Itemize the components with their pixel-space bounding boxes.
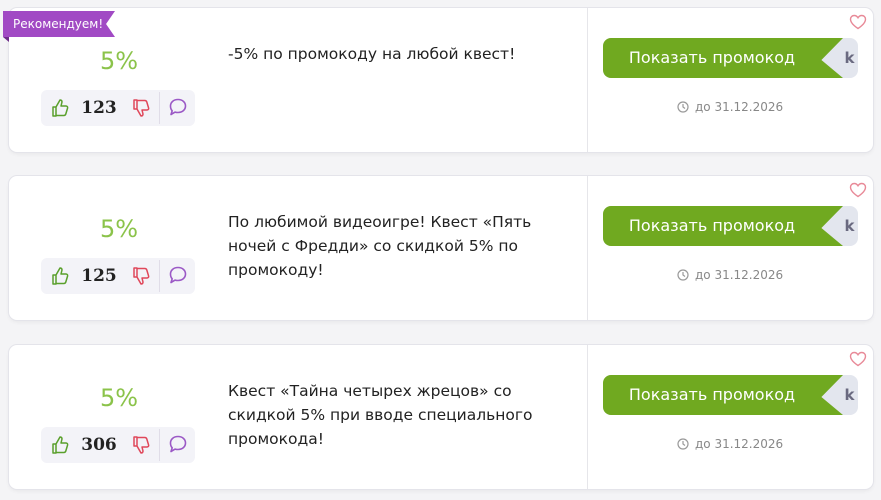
vote-count: 125 — [81, 266, 117, 286]
thumb-down-icon[interactable] — [131, 266, 151, 286]
offer-description: -5% по промокоду на любой квест! — [228, 45, 516, 63]
expiry-text: до 31.12.2026 — [695, 268, 784, 282]
expiry-text: до 31.12.2026 — [695, 437, 784, 451]
vote-divider — [159, 429, 160, 461]
clock-icon — [677, 269, 689, 281]
expiry-date: до 31.12.2026 — [677, 268, 783, 282]
heart-icon[interactable] — [849, 182, 867, 198]
offer-description: По любимой видеоигре! Квест «Пять ночей … — [228, 213, 532, 279]
card-divider — [587, 176, 588, 320]
recommended-badge: Рекомендуем! — [3, 11, 115, 37]
vote-divider — [159, 92, 160, 124]
vote-panel: 306 — [41, 427, 195, 463]
promo-card: 5% 125 По любимой видеоигре! Квест «Пять… — [9, 176, 873, 320]
button-label: Показать промокод — [628, 385, 796, 404]
thumb-up-icon[interactable] — [50, 266, 70, 286]
vote-panel: 125 — [41, 258, 195, 294]
show-promocode-button[interactable]: Показать промокод k — [603, 38, 858, 78]
vote-count: 306 — [81, 435, 117, 455]
discount-value: 5% — [99, 215, 139, 243]
show-promocode-button[interactable]: Показать промокод k — [603, 375, 858, 415]
expiry-date: до 31.12.2026 — [677, 100, 783, 114]
heart-icon[interactable] — [849, 14, 867, 30]
button-label: Показать промокод — [628, 48, 796, 67]
code-peek: k — [844, 386, 855, 404]
vote-panel: 123 — [41, 90, 195, 126]
thumb-up-icon[interactable] — [50, 98, 70, 118]
promo-card: 5% 123 -5% по промокоду на любой квест! … — [9, 8, 873, 152]
thumb-down-icon[interactable] — [131, 435, 151, 455]
code-peek: k — [844, 49, 855, 67]
vote-divider — [159, 260, 160, 292]
button-label: Показать промокод — [628, 216, 796, 235]
expiry-text: до 31.12.2026 — [695, 100, 784, 114]
heart-icon[interactable] — [849, 351, 867, 367]
speech-bubble-icon[interactable] — [168, 434, 188, 454]
card-divider — [587, 345, 588, 489]
thumb-down-icon[interactable] — [131, 98, 151, 118]
discount-value: 5% — [99, 384, 139, 412]
clock-icon — [677, 438, 689, 450]
thumb-up-icon[interactable] — [50, 435, 70, 455]
speech-bubble-icon[interactable] — [168, 265, 188, 285]
vote-count: 123 — [81, 98, 117, 118]
promo-card: 5% 306 Квест «Тайна четырех жрецов» со с… — [9, 345, 873, 489]
code-peek: k — [844, 217, 855, 235]
speech-bubble-icon[interactable] — [168, 97, 188, 117]
card-divider — [587, 8, 588, 152]
offer-description: Квест «Тайна четырех жрецов» со скидкой … — [228, 382, 533, 448]
expiry-date: до 31.12.2026 — [677, 437, 783, 451]
clock-icon — [677, 101, 689, 113]
show-promocode-button[interactable]: Показать промокод k — [603, 206, 858, 246]
badge-fold — [3, 37, 9, 42]
discount-value: 5% — [99, 47, 139, 75]
